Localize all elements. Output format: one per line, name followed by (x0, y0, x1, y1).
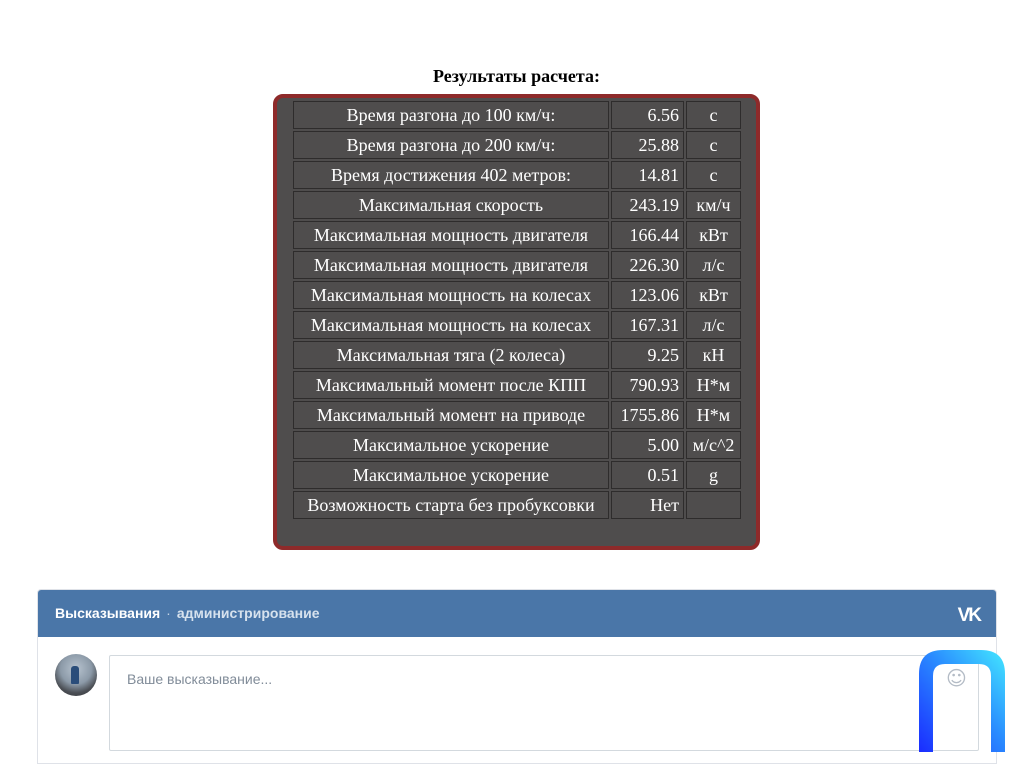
result-unit: кВт (686, 281, 741, 309)
table-row: Максимальное ускорение 5.00 м/с^2 (293, 431, 741, 459)
result-unit: л/с (686, 311, 741, 339)
result-value: 1755.86 (611, 401, 684, 429)
corner-logo-icon (919, 650, 1005, 752)
admin-link[interactable]: администрирование (177, 605, 320, 621)
avatar-figure (71, 666, 79, 684)
result-label: Возможность старта без пробуксовки (293, 491, 609, 519)
results-title: Результаты расчета: (433, 66, 600, 86)
result-value: 14.81 (611, 161, 684, 189)
comment-input-placeholder: Ваше высказывание... (127, 671, 273, 687)
result-unit: с (686, 101, 741, 129)
result-label: Максимальная мощность двигателя (293, 251, 609, 279)
result-unit: кН (686, 341, 741, 369)
results-table: Время разгона до 100 км/ч: 6.56 с Время раз… (291, 99, 743, 521)
table-row: Время разгона до 200 км/ч: 25.88 с (293, 131, 741, 159)
result-unit: кВт (686, 221, 741, 249)
result-value: 167.31 (611, 311, 684, 339)
table-row: Время разгона до 100 км/ч: 6.56 с (293, 101, 741, 129)
results-panel: Время разгона до 100 км/ч: 6.56 с Время раз… (273, 94, 760, 550)
result-label: Время достижения 402 метров: (293, 161, 609, 189)
table-row: Максимальная скорость 243.19 км/ч (293, 191, 741, 219)
table-row: Максимальный момент на приводе 1755.86 Н*м (293, 401, 741, 429)
result-value: 25.88 (611, 131, 684, 159)
result-value: 123.06 (611, 281, 684, 309)
result-label: Максимальная мощность на колесах (293, 281, 609, 309)
result-label: Максимальная мощность на колесах (293, 311, 609, 339)
result-unit: км/ч (686, 191, 741, 219)
vk-title-separator: · (166, 605, 171, 621)
table-row: Время достижения 402 метров: 14.81 с (293, 161, 741, 189)
table-row: Максимальная мощность на колесах 123.06 кВ… (293, 281, 741, 309)
table-row: Максимальный момент после КПП 790.93 Н*м (293, 371, 741, 399)
vk-widget-header: Высказывания · администрирование VK (38, 590, 996, 637)
table-row: Возможность старта без пробуксовки Нет (293, 491, 741, 519)
vk-widget-title-group: Высказывания · администрирование (55, 605, 320, 621)
table-row: Максимальная тяга (2 колеса) 9.25 кН (293, 341, 741, 369)
result-value: 0.51 (611, 461, 684, 489)
result-unit: с (686, 131, 741, 159)
result-unit: Н*м (686, 371, 741, 399)
table-row: Максимальное ускорение 0.51 g (293, 461, 741, 489)
result-unit: Н*м (686, 401, 741, 429)
result-value: 226.30 (611, 251, 684, 279)
result-label: Максимальный момент после КПП (293, 371, 609, 399)
result-unit: л/с (686, 251, 741, 279)
avatar[interactable] (55, 654, 97, 696)
vk-logo-icon[interactable]: VK (958, 605, 982, 627)
result-value: 6.56 (611, 101, 684, 129)
result-value: 790.93 (611, 371, 684, 399)
result-unit: м/с^2 (686, 431, 741, 459)
table-row: Максимальная мощность двигателя 226.30 л/с (293, 251, 741, 279)
result-value: 243.19 (611, 191, 684, 219)
result-label: Максимальное ускорение (293, 431, 609, 459)
result-unit: с (686, 161, 741, 189)
result-label: Максимальная скорость (293, 191, 609, 219)
results-table-body: Время разгона до 100 км/ч: 6.56 с Время раз… (293, 101, 741, 519)
result-value: 9.25 (611, 341, 684, 369)
result-unit (686, 491, 741, 519)
result-value: Нет (611, 491, 684, 519)
result-label: Максимальная мощность двигателя (293, 221, 609, 249)
result-label: Максимальное ускорение (293, 461, 609, 489)
table-row: Максимальная мощность двигателя 166.44 кВт (293, 221, 741, 249)
table-row: Максимальная мощность на колесах 167.31 л/… (293, 311, 741, 339)
comment-input[interactable]: Ваше высказывание... ☺ (109, 655, 979, 751)
result-label: Максимальный момент на приводе (293, 401, 609, 429)
result-value: 166.44 (611, 221, 684, 249)
result-label: Максимальная тяга (2 колеса) (293, 341, 609, 369)
vk-comments-widget: Высказывания · администрирование VK Ваше в… (37, 589, 997, 764)
result-unit: g (686, 461, 741, 489)
result-value: 5.00 (611, 431, 684, 459)
vk-widget-title: Высказывания (55, 605, 161, 621)
result-label: Время разгона до 100 км/ч: (293, 101, 609, 129)
result-label: Время разгона до 200 км/ч: (293, 131, 609, 159)
